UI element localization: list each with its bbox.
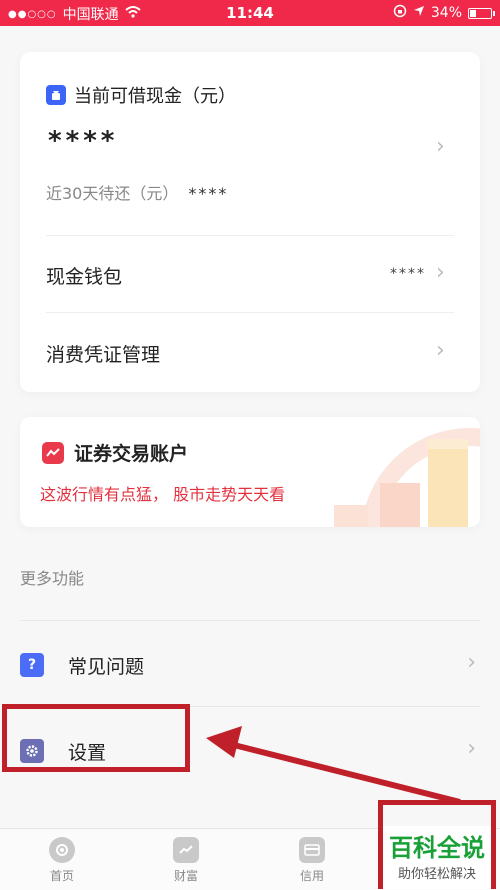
question-icon: ? xyxy=(20,653,44,677)
tab-wealth[interactable]: 财富 xyxy=(146,837,226,884)
securities-account-card[interactable]: 证券交易账户 这波行情有点猛， 股市走势天天看 xyxy=(20,417,480,527)
securities-slogan: 这波行情有点猛， 股市走势天天看 xyxy=(40,485,286,504)
due-value: **** xyxy=(188,184,229,203)
tab-home[interactable]: 首页 xyxy=(22,837,102,884)
cash-wallet-label: 现金钱包 xyxy=(46,266,123,288)
cash-available-amount[interactable]: **** xyxy=(48,126,118,156)
faq-item[interactable]: ? 常见问题 › xyxy=(20,624,480,704)
location-icon xyxy=(413,5,425,21)
battery-fill xyxy=(470,9,477,17)
battery-percent: 34% xyxy=(430,5,462,21)
credit-card-icon xyxy=(299,837,325,863)
divider xyxy=(20,620,480,621)
cash-available-title: 当前可借现金（元） xyxy=(74,86,236,107)
securities-title: 证券交易账户 xyxy=(74,443,189,465)
annotation-corner-box xyxy=(378,800,496,889)
tab-credit[interactable]: 信用 xyxy=(272,837,352,884)
divider xyxy=(46,312,454,313)
due-label: 近30天待还（元） xyxy=(46,184,179,203)
tab-home-label: 首页 xyxy=(49,869,74,883)
chevron-right-icon[interactable]: › xyxy=(436,134,445,159)
cash-wallet-value: **** xyxy=(390,266,426,282)
money-bag-icon xyxy=(46,85,66,105)
battery-icon xyxy=(468,7,495,19)
cash-available-header[interactable]: 当前可借现金（元） xyxy=(46,82,236,108)
due-30-days: 近30天待还（元） **** xyxy=(46,180,228,204)
tab-credit-label: 信用 xyxy=(299,869,324,883)
trend-chart-icon xyxy=(42,441,64,464)
annotation-highlight-box xyxy=(2,704,190,772)
voucher-management-label: 消费凭证管理 xyxy=(46,344,161,366)
tab-wealth-label: 财富 xyxy=(173,869,198,883)
wealth-icon xyxy=(173,837,199,863)
home-icon xyxy=(49,837,75,863)
chevron-right-icon: › xyxy=(436,338,445,363)
bar-chart-decoration xyxy=(334,428,480,527)
chevron-right-icon: › xyxy=(467,650,476,675)
divider xyxy=(46,235,454,236)
status-bar: ●●○○○ 中国联通 11:44 34% xyxy=(0,0,500,26)
chevron-right-icon: › xyxy=(436,260,445,285)
more-functions-header: 更多功能 xyxy=(20,569,85,588)
faq-label: 常见问题 xyxy=(68,656,145,678)
annotation-arrow xyxy=(206,726,461,805)
wallet-card: 当前可借现金（元） **** › 近30天待还（元） **** 现金钱包 ****… xyxy=(20,52,480,392)
rotation-lock-icon xyxy=(393,4,407,22)
